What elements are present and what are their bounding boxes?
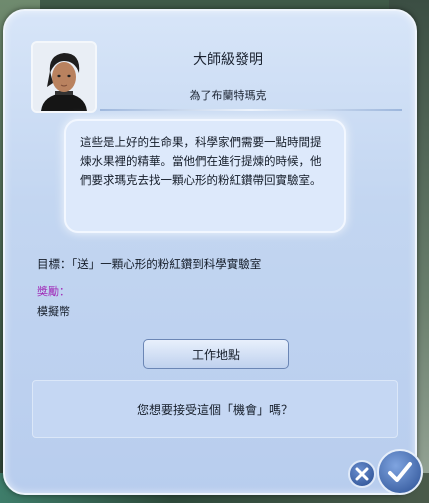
decline-button[interactable] [348,460,376,488]
accept-question: 您想要接受這個「機會」嗎？ [32,380,398,438]
reward-value: 模擬幣 [37,305,70,318]
title-divider [100,109,402,111]
dialog-subtitle: 為了布蘭特瑪克 [189,89,267,102]
checkmark-icon [388,462,412,482]
accept-button[interactable] [377,449,423,495]
description-text: 這些是上好的生命果，科學家們需要一點時間提煉水果裡的精華。當他們在進行提煉的時候… [80,135,322,187]
sim-portrait [31,41,97,113]
sim-portrait-icon [33,43,95,111]
close-icon [355,467,369,481]
work-location-button[interactable]: 工作地點 [143,339,289,369]
goal-text: 目標：「送」一顆心形的粉紅鑽到科學實驗室 [37,257,262,271]
description-box: 這些是上好的生命果，科學家們需要一點時間提煉水果裡的精華。當他們在進行提煉的時候… [64,119,346,233]
dialog-title: 大師級發明 [193,52,263,68]
reward-label: 獎勵： [37,285,70,298]
